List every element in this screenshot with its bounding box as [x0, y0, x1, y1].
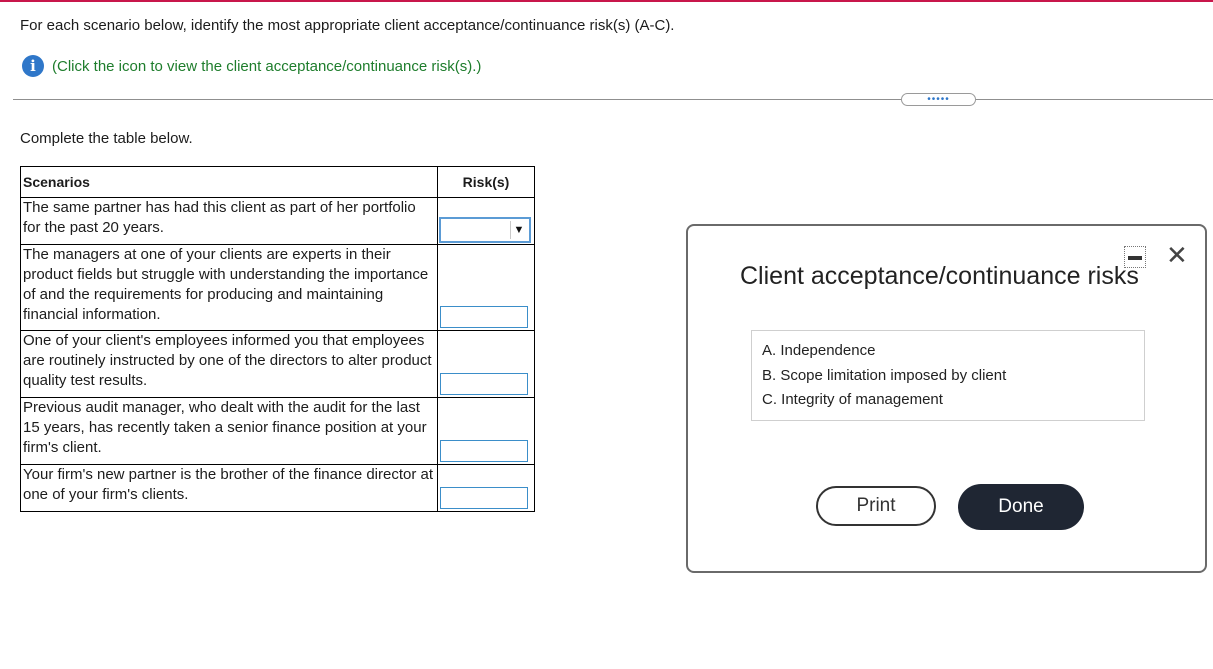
list-item: A. Independence: [762, 342, 876, 359]
scenario-text: One of your client's employees informed …: [20, 330, 438, 398]
dropdown-arrow-icon: ▼: [510, 221, 527, 239]
dialog-title: Client acceptance/continuance risks: [740, 262, 1139, 290]
table-row: The same partner has had this client as …: [20, 197, 535, 245]
table-row: Your firm's new partner is the brother o…: [20, 464, 535, 512]
info-link[interactable]: (Click the icon to view the client accep…: [52, 58, 481, 75]
scenario-text: Previous audit manager, who dealt with t…: [20, 397, 438, 465]
table-row: The managers at one of your clients are …: [20, 244, 535, 331]
scenario-text: Your firm's new partner is the brother o…: [20, 464, 438, 512]
info-row: i (Click the icon to view the client acc…: [22, 55, 481, 77]
scenarios-table: Scenarios Risk(s) The same partner has h…: [20, 166, 535, 512]
info-icon[interactable]: i: [22, 55, 44, 77]
risk-cell: ▼: [437, 197, 535, 245]
list-item: C. Integrity of management: [762, 391, 943, 408]
instructions-text: For each scenario below, identify the mo…: [20, 17, 675, 34]
table-row: Previous audit manager, who dealt with t…: [20, 397, 535, 465]
top-accent-bar: [0, 0, 1213, 2]
table-row: One of your client's employees informed …: [20, 330, 535, 398]
header-risks: Risk(s): [437, 166, 535, 198]
risk-input-field[interactable]: [440, 373, 528, 395]
close-icon[interactable]: ✕: [1166, 242, 1188, 268]
print-button[interactable]: Print: [816, 486, 936, 526]
complete-table-label: Complete the table below.: [20, 130, 193, 147]
risk-list: A. Independence B. Scope limitation impo…: [751, 330, 1145, 421]
scenario-text: The managers at one of your clients are …: [20, 244, 438, 331]
scenario-text: The same partner has had this client as …: [20, 197, 438, 245]
risk-input-field[interactable]: [440, 306, 528, 328]
list-item: B. Scope limitation imposed by client: [762, 366, 1007, 384]
section-divider: [13, 99, 1213, 100]
divider-drag-handle[interactable]: •••••: [901, 93, 976, 106]
header-scenarios: Scenarios: [20, 166, 438, 198]
risks-dialog: Client acceptance/continuance risks ✕ A.…: [686, 224, 1207, 573]
risk-dropdown[interactable]: ▼: [439, 217, 531, 243]
risk-cell: [437, 464, 535, 512]
risk-input-field[interactable]: [440, 487, 528, 509]
done-button[interactable]: Done: [958, 484, 1084, 530]
risk-cell: [437, 244, 535, 331]
minimize-icon[interactable]: [1124, 246, 1146, 268]
risk-cell: [437, 397, 535, 465]
table-header-row: Scenarios Risk(s): [20, 166, 535, 198]
risk-input-field[interactable]: [440, 440, 528, 462]
risk-cell: [437, 330, 535, 398]
